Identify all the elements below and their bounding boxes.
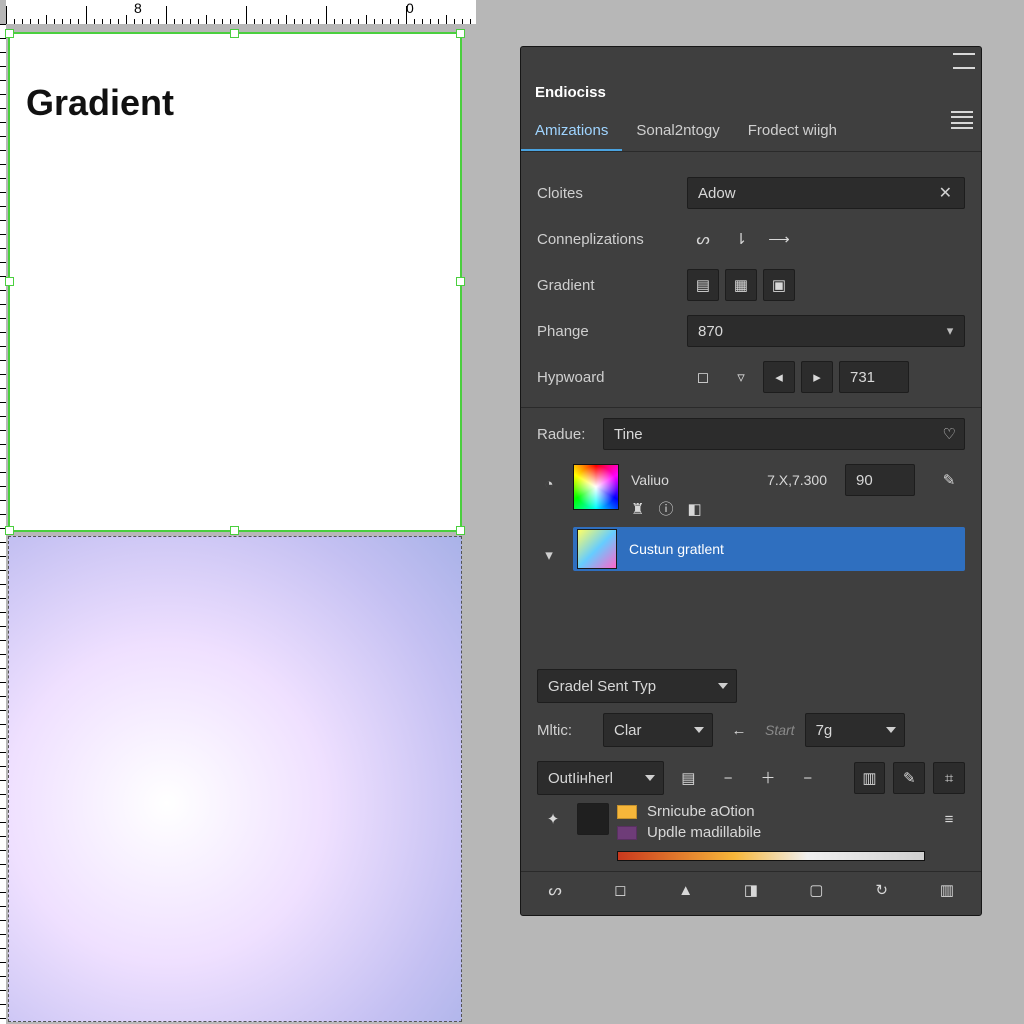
- legend-label-b: Updle madillabile: [647, 824, 761, 841]
- tool-a-icon[interactable]: ▤: [672, 762, 704, 794]
- connep-mode-a-icon[interactable]: ᔕ: [687, 223, 719, 255]
- dropdown-send-type[interactable]: Gradel Sent Typ: [537, 669, 737, 703]
- label-mitic: Mltic:: [537, 722, 593, 739]
- footer-e-icon[interactable]: ▢: [802, 877, 830, 905]
- footer-a-icon[interactable]: ᔕ: [541, 877, 569, 905]
- input-hypwoard[interactable]: 731: [839, 361, 909, 393]
- artboard-title: Gradient: [26, 82, 174, 124]
- tab-strip: Amizations Sonal2ntogy Frodect wiigh: [521, 113, 981, 152]
- resize-handle[interactable]: [5, 526, 14, 535]
- row-mitic: Mltic: Clar ← Start 7g: [537, 713, 965, 747]
- legend-chip-a: [617, 805, 637, 819]
- stepper-down-icon[interactable]: ▾: [940, 316, 960, 346]
- input-phange[interactable]: 870 ▾: [687, 315, 965, 347]
- gradient-type-linear-icon[interactable]: ▤: [687, 269, 719, 301]
- value-coords: 7.X,7.300: [767, 472, 827, 488]
- row-cloites: Cloites Adow ✕: [537, 177, 965, 209]
- canvas-area: 8 0 (function(){ const host=document.get…: [0, 0, 480, 1024]
- dropdown-outinherit[interactable]: OutIінherl: [537, 761, 664, 795]
- filter-icon[interactable]: ▾: [545, 547, 553, 564]
- tab-sonalontogy[interactable]: Sonal2ntogy: [622, 113, 733, 151]
- value-title: Valiuo: [631, 472, 749, 488]
- resize-handle[interactable]: [456, 29, 465, 38]
- label-connep: Conneplizations: [537, 231, 677, 248]
- gradient-type-radial-icon[interactable]: ▦: [725, 269, 757, 301]
- legend-menu-icon[interactable]: ≡: [933, 803, 965, 835]
- panel-footer: ᔕ ◻ ▲ ◨ ▢ ↻ ▥: [521, 871, 981, 909]
- current-stop-swatch[interactable]: [577, 803, 609, 835]
- legend: Srnicube aOtion Updle madillabile: [617, 803, 925, 861]
- properties-panel: Endiociss Amizations Sonal2ntogy Frodect…: [520, 46, 982, 916]
- input-angle[interactable]: 90: [845, 464, 915, 496]
- clock-icon[interactable]: ◔: [544, 476, 553, 493]
- gradient-thumb-icon: [577, 529, 617, 569]
- color-swatch[interactable]: [573, 464, 619, 510]
- subopt-c-icon[interactable]: ◧: [687, 502, 701, 517]
- footer-c-icon[interactable]: ▲: [672, 877, 700, 905]
- label-phange: Phange: [537, 323, 677, 340]
- favorite-icon[interactable]: ♡: [943, 427, 956, 442]
- clear-icon[interactable]: ✕: [933, 183, 958, 203]
- back-arrow-icon[interactable]: ←: [723, 714, 755, 746]
- gradient-list-item-selected[interactable]: Custun gratlent: [573, 527, 965, 571]
- label-start: Start: [765, 722, 795, 738]
- connep-mode-b-icon[interactable]: ⇂: [725, 223, 757, 255]
- tab-amizations[interactable]: Amizations: [521, 113, 622, 151]
- input-radue[interactable]: Tine ♡: [603, 418, 965, 450]
- row-outinherit: OutIінherl ▤ − ＋ − ▥ ✎ ⌗: [537, 761, 965, 795]
- input-cloites[interactable]: Adow ✕: [687, 177, 965, 209]
- tool-minus2-icon[interactable]: −: [792, 762, 824, 794]
- tool-eyedrop-icon[interactable]: ✎: [893, 762, 925, 794]
- hyp-prev-icon[interactable]: ◂: [763, 361, 795, 393]
- add-stop-icon[interactable]: ✦: [537, 803, 569, 835]
- subopt-a-icon[interactable]: ♜: [631, 502, 644, 517]
- connep-mode-c-icon[interactable]: ⟶: [763, 223, 795, 255]
- row-phange: Phange 870 ▾: [537, 315, 965, 347]
- row-conneplizations: Conneplizations ᔕ ⇂ ⟶: [537, 223, 965, 255]
- hyp-opt-a-icon[interactable]: ◻︎: [687, 361, 719, 393]
- ruler-horizontal: 8 0 (function(){ const host=document.get…: [6, 0, 476, 24]
- panel-title-tab[interactable]: Endiociss: [521, 75, 620, 113]
- tool-panel-icon[interactable]: ▥: [854, 762, 886, 794]
- resize-handle[interactable]: [5, 277, 14, 286]
- resize-handle[interactable]: [230, 29, 239, 38]
- label-hypwoard: Hypwoard: [537, 369, 677, 386]
- gradient-list-item-label: Custun gratlent: [629, 541, 724, 557]
- resize-handle[interactable]: [230, 526, 239, 535]
- tool-grid-icon[interactable]: ⌗: [933, 762, 965, 794]
- label-gradient: Gradient: [537, 277, 677, 294]
- artboard-selected[interactable]: Gradient: [8, 32, 462, 532]
- row-gradient: Gradient ▤ ▦ ▣: [537, 269, 965, 301]
- panel-collapse-icon[interactable]: [953, 53, 975, 69]
- gradient-type-freeform-icon[interactable]: ▣: [763, 269, 795, 301]
- footer-refresh-icon[interactable]: ↻: [868, 877, 896, 905]
- value-block: ◔ Valiuo 7.X,7.300 90 ✎ ♜ ⓘ ◧: [537, 464, 965, 517]
- edit-icon[interactable]: ✎: [933, 464, 965, 496]
- ruler-vertical: [0, 24, 6, 1024]
- footer-g-icon[interactable]: ▥: [933, 877, 961, 905]
- hyp-next-icon[interactable]: ▸: [801, 361, 833, 393]
- tool-plus-icon[interactable]: ＋: [752, 762, 784, 794]
- dropdown-start[interactable]: 7g: [805, 713, 905, 747]
- dropdown-mitic[interactable]: Clar: [603, 713, 713, 747]
- row-radue: Radue: Tine ♡: [537, 418, 965, 450]
- tool-minus-icon[interactable]: −: [712, 762, 744, 794]
- label-cloites: Cloites: [537, 185, 677, 202]
- gradient-preview[interactable]: [8, 536, 462, 1022]
- footer-d-icon[interactable]: ◨: [737, 877, 765, 905]
- resize-handle[interactable]: [5, 29, 14, 38]
- legend-chip-b: [617, 826, 637, 840]
- footer-b-icon[interactable]: ◻: [606, 877, 634, 905]
- label-radue: Radue:: [537, 426, 593, 443]
- subopt-info-icon[interactable]: ⓘ: [658, 502, 673, 517]
- legend-label-a: Srnicube aOtion: [647, 803, 755, 820]
- row-hypwoard: Hypwoard ◻︎ ▿ ◂ ▸ 731: [537, 361, 965, 393]
- tab-frodectwiigh[interactable]: Frodect wiigh: [734, 113, 851, 151]
- hyp-opt-b-icon[interactable]: ▿: [725, 361, 757, 393]
- resize-handle[interactable]: [456, 277, 465, 286]
- resize-handle[interactable]: [456, 526, 465, 535]
